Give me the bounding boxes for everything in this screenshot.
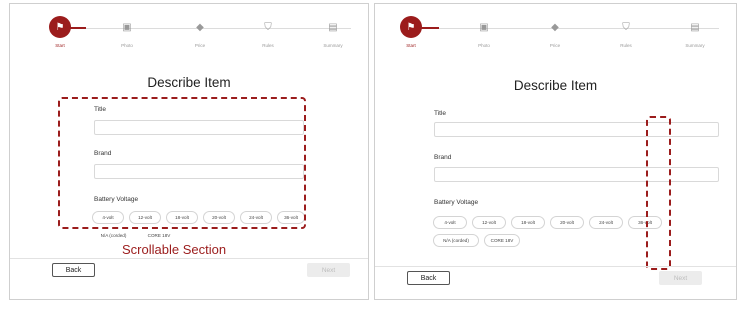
step-photo[interactable]: ▣ Photo <box>97 16 157 49</box>
voltage-option-corded[interactable]: N/A (corded) <box>92 229 135 242</box>
step-photo[interactable]: ▣ Photo <box>454 16 514 49</box>
voltage-option-4v[interactable]: 4-volt <box>433 216 467 229</box>
title-label: Title <box>434 110 447 117</box>
shield-icon: ⛉ <box>264 21 272 33</box>
title-input[interactable] <box>434 122 719 137</box>
step-label: Start <box>55 43 65 48</box>
step-label: Rules <box>262 43 274 48</box>
photo-icon: ▣ <box>122 21 132 33</box>
page-title: Describe Item <box>147 75 231 90</box>
document-icon: ▤ <box>328 21 338 33</box>
battery-voltage-label: Battery Voltage <box>434 199 479 206</box>
next-button[interactable]: Next <box>659 271 702 285</box>
voltage-option-core-18v[interactable]: CORE 18V <box>484 234 520 247</box>
scrollable-section-outline <box>58 97 306 229</box>
left-screen: ⚑ Start ▣ Photo ◆ Price ⛉ Rules ▤ Summar… <box>9 3 369 300</box>
step-start[interactable]: ⚑ Start <box>381 16 441 48</box>
voltage-option-corded[interactable]: N/A (corded) <box>433 234 479 247</box>
flag-icon: ⚑ <box>49 16 71 38</box>
step-rules[interactable]: ⛉ Rules <box>238 16 298 49</box>
back-button[interactable]: Back <box>52 263 95 277</box>
footer-divider <box>10 258 368 259</box>
back-button[interactable]: Back <box>407 271 450 285</box>
step-label: Start <box>406 43 416 48</box>
brand-label: Brand <box>434 154 452 161</box>
step-label: Photo <box>478 43 490 48</box>
voltage-option-20v[interactable]: 20-volt <box>550 216 584 229</box>
step-label: Rules <box>620 43 632 48</box>
voltage-option-24v[interactable]: 24-volt <box>589 216 623 229</box>
progress-stepper: ⚑ Start ▣ Photo ◆ Price ⛉ Rules ▤ Summar… <box>10 16 368 56</box>
voltage-option-12v[interactable]: 12-volt <box>472 216 506 229</box>
step-label: Price <box>194 43 206 48</box>
document-icon: ▤ <box>690 21 700 33</box>
step-summary[interactable]: ▤ Summary <box>665 16 725 49</box>
step-price[interactable]: ◆ Price <box>170 16 230 49</box>
step-label: Summary <box>323 43 343 48</box>
step-rules[interactable]: ⛉ Rules <box>596 16 656 49</box>
footer-divider <box>375 266 736 267</box>
flag-icon: ⚑ <box>400 16 422 38</box>
tag-icon: ◆ <box>196 21 204 33</box>
shield-icon: ⛉ <box>622 21 630 33</box>
brand-input[interactable] <box>434 167 719 182</box>
next-button[interactable]: Next <box>307 263 350 277</box>
step-label: Photo <box>121 43 133 48</box>
scrollbar-highlight-outline <box>646 116 671 270</box>
page-title: Describe Item <box>513 78 598 93</box>
tag-icon: ◆ <box>551 21 559 33</box>
voltage-option-18v[interactable]: 18-volt <box>511 216 545 229</box>
step-start[interactable]: ⚑ Start <box>30 16 90 48</box>
photo-icon: ▣ <box>479 21 489 33</box>
voltage-option-core-18v[interactable]: CORE 18V <box>144 229 174 242</box>
step-price[interactable]: ◆ Price <box>525 16 585 49</box>
progress-stepper: ⚑ Start ▣ Photo ◆ Price ⛉ Rules ▤ Summar… <box>375 16 736 56</box>
scrollable-section-annotation: Scrollable Section <box>122 242 227 257</box>
step-label: Summary <box>685 43 705 48</box>
step-label: Price <box>549 43 561 48</box>
right-screen: ⚑ Start ▣ Photo ◆ Price ⛉ Rules ▤ Summar… <box>374 3 737 300</box>
step-summary[interactable]: ▤ Summary <box>303 16 363 49</box>
